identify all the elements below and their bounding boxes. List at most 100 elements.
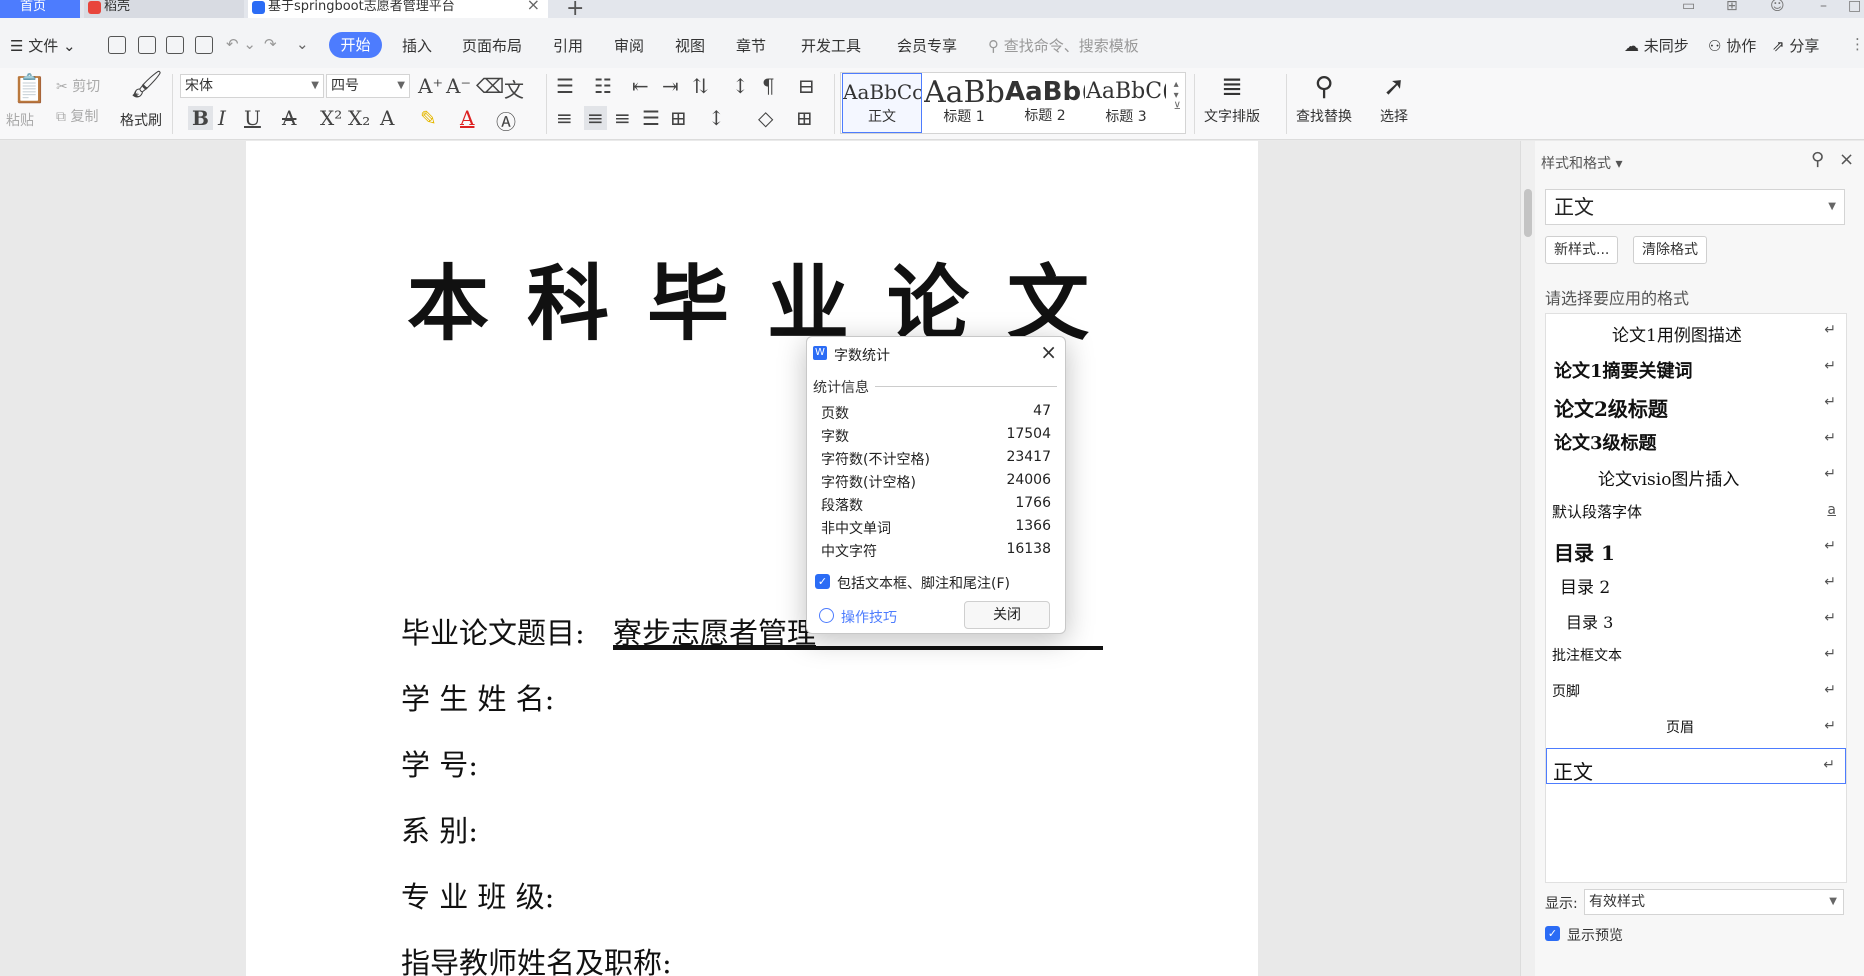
tips-link[interactable]: 操作技巧 <box>841 607 897 627</box>
text-direction-icon[interactable]: ⇅ <box>692 74 709 98</box>
style-list-item[interactable]: 批注框文本 ↵ <box>1546 638 1846 674</box>
tab-document[interactable]: 基于springboot志愿者管理平台 × <box>248 0 548 18</box>
borders-icon[interactable]: ⊞ <box>796 106 813 130</box>
strikethrough-icon[interactable]: A <box>282 106 296 130</box>
undo-icon[interactable]: ↶ ⌄ <box>226 35 256 53</box>
gallery-scroll-icon[interactable]: ▴ ▾ ⊻ <box>1174 79 1181 112</box>
format-painter-button[interactable]: 格式刷 <box>120 110 162 130</box>
decrease-indent-icon[interactable]: ⇤ <box>632 74 649 98</box>
text-layout-button[interactable]: ≣ 文字排版 <box>1204 72 1260 126</box>
grow-font-icon[interactable]: A⁺ <box>418 74 443 98</box>
font-size-select[interactable]: 四号 ▼ <box>326 74 410 98</box>
sync-button[interactable]: ☁ 未同步 <box>1624 35 1689 56</box>
style-normal[interactable]: AaBbCcI 正文 <box>842 73 922 133</box>
style-list-item-selected[interactable]: 正文 ↵ <box>1546 748 1846 784</box>
print-icon[interactable] <box>166 36 184 54</box>
style-list-item[interactable]: 论文2级标题 ↵ <box>1546 386 1846 422</box>
style-heading-3[interactable]: AaBbC( 标题 3 <box>1086 73 1166 133</box>
more-icon[interactable]: ⋮ <box>1850 35 1864 53</box>
export-icon[interactable] <box>138 36 156 54</box>
document-scrollbar[interactable] <box>1521 141 1535 976</box>
style-heading-1[interactable]: AaBb 标题 1 <box>924 73 1004 133</box>
layout-icon[interactable]: ▭ <box>1682 0 1695 14</box>
distribute-icon[interactable]: ⊞ <box>670 106 687 130</box>
document-page[interactable]: 本科毕业论文 毕业论文题目: 寮步志愿者管理 学 生 姓 名: 学 号: 系 别… <box>246 141 1258 976</box>
style-heading-2[interactable]: AaBb( 标题 2 <box>1005 73 1085 133</box>
save-icon[interactable] <box>108 36 126 54</box>
new-style-button[interactable]: 新样式... <box>1545 236 1619 264</box>
minimize-icon[interactable]: – <box>1820 0 1827 14</box>
numbered-list-icon[interactable]: ☷ <box>594 74 612 98</box>
select-button[interactable]: ➚ 选择 <box>1380 72 1408 126</box>
align-right-icon[interactable]: ≡ <box>614 106 631 130</box>
increase-indent-icon[interactable]: ⇥ <box>662 74 679 98</box>
justify-icon[interactable]: ☰ <box>642 106 660 130</box>
style-list-item[interactable]: 目录 1 ↵ <box>1546 530 1846 566</box>
dialog-header[interactable]: W 字数统计 × <box>807 337 1065 369</box>
current-style-select[interactable]: 正文 ▼ <box>1545 189 1845 225</box>
share-button[interactable]: ⇗ 分享 <box>1772 35 1819 56</box>
maximize-icon[interactable]: □ <box>1848 0 1861 14</box>
show-preview-label[interactable]: 显示预览 <box>1567 925 1623 945</box>
menu-tab-chapter[interactable]: 章节 <box>736 35 766 56</box>
shading-icon[interactable]: ◇ <box>758 106 773 130</box>
menu-tab-layout[interactable]: 页面布局 <box>462 35 522 56</box>
line-spacing-icon[interactable]: ↕ <box>708 106 725 130</box>
italic-icon[interactable]: I <box>218 106 226 130</box>
clear-format-icon[interactable]: ⌫ <box>476 74 504 98</box>
grid-icon[interactable]: ⊞ <box>1726 0 1738 14</box>
collab-button[interactable]: ⚇ 协作 <box>1708 35 1756 56</box>
paragraph-mark-icon[interactable]: ¶ <box>762 74 775 98</box>
style-list-item[interactable]: 默认段落字体 a <box>1546 494 1846 530</box>
align-left-icon[interactable]: ≡ <box>556 106 573 130</box>
show-preview-checkbox[interactable]: ✓ <box>1545 926 1560 941</box>
bullet-list-icon[interactable]: ☰ <box>556 74 574 98</box>
style-list-item[interactable]: 论文3级标题 ↵ <box>1546 422 1846 458</box>
tab-daoke[interactable]: 稻壳 <box>84 0 244 18</box>
tab-home[interactable]: 首页 <box>0 0 80 18</box>
menu-tab-review[interactable]: 审阅 <box>614 35 644 56</box>
font-color-icon[interactable]: A <box>460 106 474 130</box>
bold-icon[interactable]: B <box>188 106 213 130</box>
pin-icon[interactable]: ⚲ <box>1811 149 1824 170</box>
close-icon[interactable]: × <box>1040 340 1057 364</box>
menu-tab-member[interactable]: 会员专享 <box>897 35 957 56</box>
cut-button[interactable]: ✂ 剪切 <box>56 76 100 96</box>
paste-icon[interactable]: 📋 <box>12 72 47 105</box>
style-list-item[interactable]: 页眉 ↵ <box>1546 710 1846 746</box>
close-button[interactable]: 关闭 <box>964 601 1050 629</box>
subscript-icon[interactable]: X₂ <box>348 106 370 130</box>
superscript-icon[interactable]: X² <box>320 106 342 130</box>
include-footnotes-label[interactable]: 包括文本框、脚注和尾注(F) <box>837 573 1010 593</box>
align-center-icon[interactable]: ≡ <box>584 106 607 130</box>
clear-format-button[interactable]: 清除格式 <box>1633 236 1707 264</box>
print-preview-icon[interactable] <box>195 36 213 54</box>
redo-icon[interactable]: ↷ <box>264 35 277 53</box>
quick-access-more-icon[interactable]: ⌄ <box>296 35 309 53</box>
menu-tab-view[interactable]: 视图 <box>675 35 705 56</box>
paste-button[interactable]: 粘贴 <box>6 110 34 130</box>
sort-icon[interactable]: ↕ <box>732 74 749 98</box>
style-list-item[interactable]: 论文1摘要关键词 ↵ <box>1546 350 1846 386</box>
font-name-select[interactable]: 宋体 ▼ <box>180 74 324 98</box>
include-footnotes-checkbox[interactable]: ✓ <box>815 574 830 589</box>
tab-stop-icon[interactable]: ⊟ <box>798 74 815 98</box>
menu-tab-developer[interactable]: 开发工具 <box>801 35 861 56</box>
tab-close-icon[interactable]: × <box>527 0 540 13</box>
underline-icon[interactable]: U <box>244 106 261 130</box>
phonetic-icon[interactable]: 文 <box>504 74 524 103</box>
close-icon[interactable]: × <box>1839 149 1854 170</box>
style-list-item[interactable]: 目录 3 ↵ <box>1546 602 1846 638</box>
show-filter-select[interactable]: 有效样式 ▼ <box>1584 889 1844 915</box>
pane-title[interactable]: 样式和格式 ▾ <box>1541 153 1622 173</box>
command-search[interactable]: ⚲ 查找命令、搜索模板 <box>988 35 1139 56</box>
style-list-item[interactable]: 论文1用例图描述 ↵ <box>1546 314 1846 350</box>
highlight-icon[interactable]: ✎ <box>420 106 437 130</box>
format-painter-icon[interactable]: 🖌 <box>130 70 163 100</box>
char-border-icon[interactable]: Ⓐ <box>496 106 516 135</box>
style-list-item[interactable]: 论文visio图片插入 ↵ <box>1546 458 1846 494</box>
text-effect-icon[interactable]: A <box>380 106 394 130</box>
avatar[interactable]: ☺ <box>1770 0 1785 14</box>
menu-file[interactable]: ☰ 文件 ⌄ <box>10 35 76 56</box>
find-replace-button[interactable]: ⚲ 查找替换 <box>1296 72 1352 126</box>
